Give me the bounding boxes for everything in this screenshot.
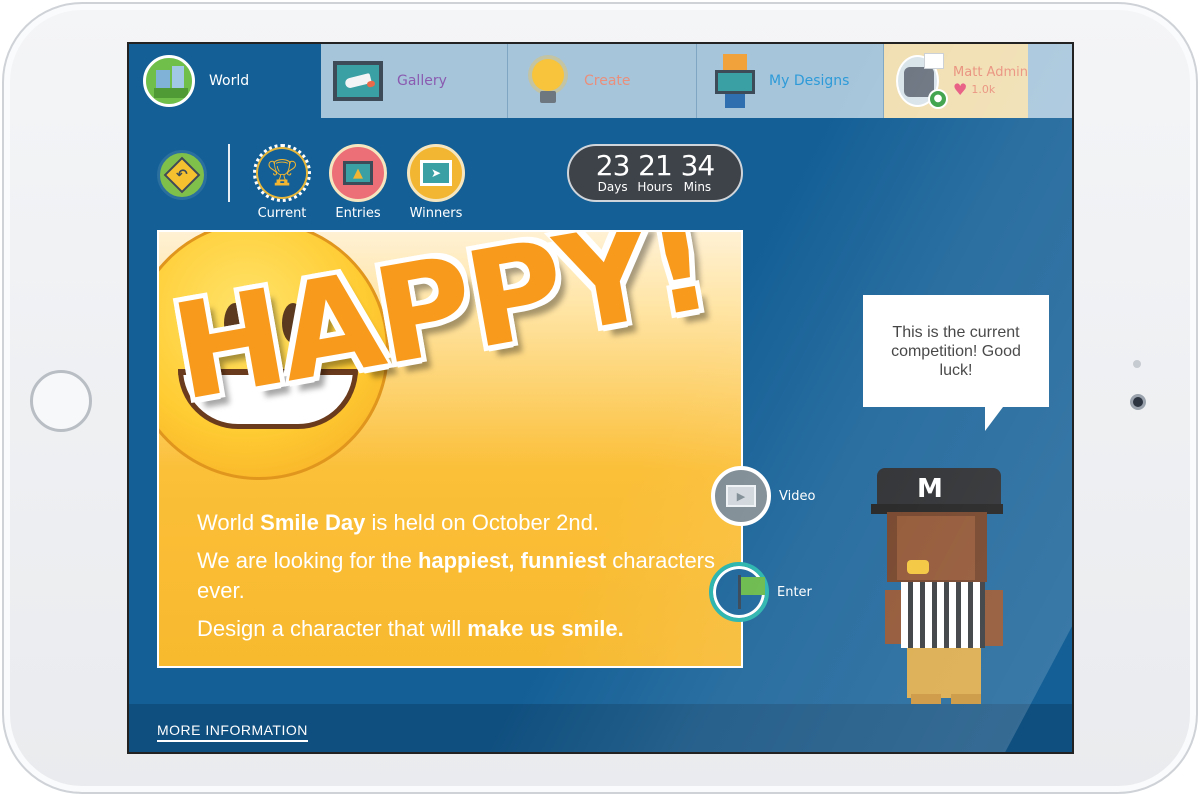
video-icon: ▶ <box>726 485 756 507</box>
tab-gallery-label: Gallery <box>397 73 447 89</box>
entries-circle: ▲ <box>329 144 387 202</box>
referee-character: M <box>871 464 1021 704</box>
enter-label: Enter <box>777 584 812 600</box>
tab-my-designs-label: My Designs <box>769 73 850 89</box>
tab-current-label: Current <box>257 206 307 221</box>
countdown-days-label: Days <box>597 180 628 194</box>
likes-count: 1.0k <box>971 83 996 96</box>
video-label: Video <box>779 488 816 504</box>
countdown-mins-label: Mins <box>683 180 712 194</box>
user-info: Matt Admin ♥ 1.0k <box>953 65 1028 98</box>
current-circle: 🏆︎ <box>253 144 311 202</box>
user-name: Matt Admin <box>953 64 1028 80</box>
home-button[interactable] <box>30 370 92 432</box>
more-information-link[interactable]: MORE INFORMATION <box>157 722 308 742</box>
cap-letter: M <box>917 474 943 504</box>
back-sign-icon: ↶ <box>163 156 201 194</box>
likes-badge: ♥ 1.0k <box>953 79 1028 99</box>
description-line-2: We are looking for the happiest, funnies… <box>197 548 716 603</box>
tab-winners-label: Winners <box>409 206 463 221</box>
description-line-1: World Smile Day is held on October 2nd. <box>197 510 599 535</box>
competition-description: World Smile Day is held on October 2nd. … <box>197 508 737 652</box>
trophy-icon: 🏆︎ <box>265 158 299 188</box>
countdown-timer: 23 Days 21 Hours 34 Mins <box>567 144 743 202</box>
sensor-dot <box>1133 360 1141 368</box>
app-screen: World Gallery Create My Designs ● Matt A… <box>127 42 1074 754</box>
enter-button[interactable]: Enter <box>709 562 812 622</box>
countdown-hours-label: Hours <box>637 180 673 194</box>
lightbulb-icon <box>526 55 570 107</box>
tab-winners[interactable]: ➤ Winners <box>401 144 471 221</box>
message-icon <box>924 53 944 69</box>
tab-world[interactable]: World <box>129 44 321 118</box>
countdown-days: 23 Days <box>595 149 631 195</box>
back-button[interactable]: ↶ <box>157 150 207 200</box>
tab-gallery[interactable]: Gallery <box>321 44 508 118</box>
bottom-bar: MORE INFORMATION <box>129 704 1072 752</box>
countdown-days-value: 23 <box>595 149 631 182</box>
winners-frame-icon: ➤ <box>420 160 452 186</box>
tab-create[interactable]: Create <box>508 44 697 118</box>
countdown-hours: 21 Hours <box>637 149 673 195</box>
countdown-mins-value: 34 <box>680 149 716 182</box>
robot-icon <box>715 54 755 108</box>
gallery-frame-icon <box>333 61 383 101</box>
user-profile-tab[interactable]: ● Matt Admin ♥ 1.0k <box>884 44 1028 118</box>
winners-circle: ➤ <box>407 144 465 202</box>
speech-text: This is the current competition! Good lu… <box>891 323 1021 379</box>
world-icon <box>143 55 195 107</box>
enter-circle <box>709 562 769 622</box>
tab-current[interactable]: 🏆︎ Current <box>247 144 317 221</box>
countdown-mins: 34 Mins <box>680 149 716 195</box>
toolbar-divider <box>228 144 230 202</box>
competition-card: HAPPY! World Smile Day is held on Octobe… <box>157 230 743 668</box>
top-nav: World Gallery Create My Designs ● Matt A… <box>129 44 1072 118</box>
avatar: ● <box>896 53 948 109</box>
whistle-icon <box>907 560 929 574</box>
tab-world-label: World <box>209 73 250 89</box>
speech-bubble: This is the current competition! Good lu… <box>863 295 1049 431</box>
tab-entries[interactable]: ▲ Entries <box>323 144 393 221</box>
video-button[interactable]: ▶ Video <box>711 466 815 526</box>
camera-icon <box>1130 394 1146 410</box>
tab-entries-label: Entries <box>335 206 381 221</box>
description-line-3: Design a character that will make us smi… <box>197 616 624 641</box>
tab-create-label: Create <box>584 73 631 89</box>
countdown-hours-value: 21 <box>638 149 673 182</box>
heart-icon: ♥ <box>953 79 968 99</box>
entries-frame-icon: ▲ <box>343 161 373 185</box>
video-circle: ▶ <box>711 466 771 526</box>
nav-filler <box>1028 44 1072 118</box>
tab-my-designs[interactable]: My Designs <box>697 44 884 118</box>
flag-icon <box>737 575 765 609</box>
online-status-icon: ● <box>928 89 948 109</box>
